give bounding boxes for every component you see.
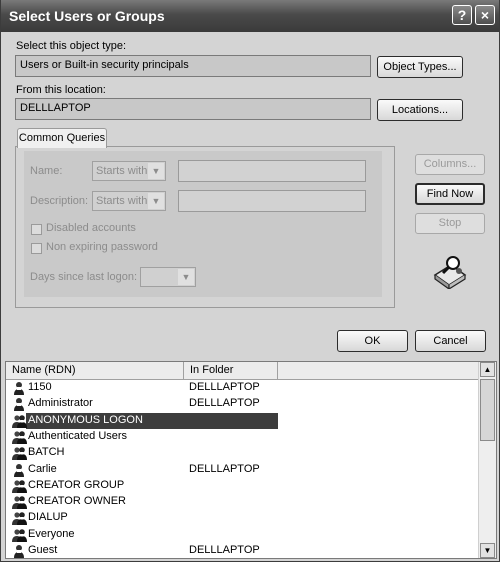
row-folder: DELLLAPTOP bbox=[189, 397, 260, 410]
list-item[interactable]: CREATOR GROUP bbox=[6, 478, 480, 494]
scroll-up-icon[interactable]: ▲ bbox=[480, 362, 495, 377]
name-mode-select[interactable]: Starts with ▼ bbox=[92, 161, 166, 181]
user-icon bbox=[12, 397, 26, 412]
description-input[interactable] bbox=[178, 190, 366, 212]
row-name: Carlie bbox=[28, 462, 57, 475]
cancel-button[interactable]: Cancel bbox=[415, 330, 486, 352]
column-header-folder[interactable]: In Folder bbox=[184, 362, 278, 379]
row-name: Guest bbox=[28, 544, 58, 556]
list-item[interactable]: ANONYMOUS LOGON bbox=[6, 412, 480, 429]
name-mode-value: Starts with bbox=[96, 165, 148, 177]
list-item[interactable]: Guest DELLLAPTOP bbox=[6, 543, 480, 558]
group-icon bbox=[12, 511, 27, 526]
tab-common-queries[interactable]: Common Queries bbox=[17, 128, 107, 148]
location-label: From this location: bbox=[16, 84, 106, 96]
row-name: Everyone bbox=[28, 527, 75, 540]
days-label: Days since last logon: bbox=[30, 271, 137, 283]
group-icon bbox=[12, 528, 27, 542]
title-bar: Select Users or Groups ? × bbox=[1, 0, 499, 32]
description-label: Description: bbox=[30, 195, 89, 207]
object-types-button[interactable]: Object Types... bbox=[377, 56, 463, 78]
scroll-down-icon[interactable]: ▼ bbox=[480, 543, 495, 558]
description-mode-select[interactable]: Starts with ▼ bbox=[92, 191, 166, 211]
stop-button[interactable]: Stop bbox=[415, 213, 485, 234]
help-button[interactable]: ? bbox=[452, 5, 472, 25]
row-folder: DELLLAPTOP bbox=[189, 381, 260, 393]
chevron-down-icon: ▼ bbox=[178, 269, 194, 285]
row-name: Administrator bbox=[28, 397, 93, 410]
object-type-field: Users or Built-in security principals bbox=[15, 55, 371, 77]
row-name: CREATOR OWNER bbox=[28, 495, 126, 508]
group-icon bbox=[12, 414, 27, 428]
non-expiring-checkbox[interactable] bbox=[31, 243, 42, 254]
row-name: BATCH bbox=[28, 446, 65, 459]
list-item[interactable]: Administrator DELLLAPTOP bbox=[6, 396, 480, 412]
row-name: 1150 bbox=[28, 381, 52, 393]
group-icon bbox=[12, 479, 27, 493]
results-header: Name (RDN) In Folder bbox=[6, 362, 480, 380]
search-results-list: Name (RDN) In Folder 1150 DELLLAPTOP Admin… bbox=[5, 361, 497, 559]
disabled-accounts-checkbox[interactable] bbox=[31, 224, 42, 235]
search-users-icon bbox=[433, 256, 467, 289]
find-now-button[interactable]: Find Now bbox=[415, 183, 485, 205]
row-name: ANONYMOUS LOGON bbox=[28, 413, 143, 426]
list-item[interactable]: DIALUP bbox=[6, 510, 480, 526]
row-folder: DELLLAPTOP bbox=[189, 462, 260, 475]
column-header-name[interactable]: Name (RDN) bbox=[6, 362, 184, 379]
ok-button[interactable]: OK bbox=[337, 330, 408, 352]
vertical-scrollbar[interactable]: ▲ ▼ bbox=[478, 362, 496, 558]
group-icon bbox=[12, 446, 27, 461]
close-button[interactable]: × bbox=[475, 5, 495, 25]
user-icon bbox=[12, 463, 26, 477]
list-item[interactable]: BATCH bbox=[6, 445, 480, 461]
object-type-label: Select this object type: bbox=[16, 40, 127, 52]
group-icon bbox=[12, 495, 27, 510]
chevron-down-icon: ▼ bbox=[148, 193, 164, 209]
row-folder: DELLLAPTOP bbox=[189, 544, 260, 556]
scroll-thumb[interactable] bbox=[480, 379, 495, 441]
name-label: Name: bbox=[30, 165, 63, 177]
days-select[interactable]: ▼ bbox=[140, 267, 196, 287]
common-queries-panel: Name: Starts with ▼ Description: Starts … bbox=[15, 146, 395, 308]
row-name: DIALUP bbox=[28, 511, 68, 524]
row-name: CREATOR GROUP bbox=[28, 478, 125, 491]
description-mode-value: Starts with bbox=[96, 195, 148, 207]
non-expiring-label: Non expiring password bbox=[46, 241, 158, 253]
chevron-down-icon: ▼ bbox=[148, 163, 164, 179]
location-field: DELLLAPTOP bbox=[15, 98, 371, 120]
name-input[interactable] bbox=[178, 160, 366, 182]
disabled-accounts-label: Disabled accounts bbox=[46, 222, 136, 234]
locations-button[interactable]: Locations... bbox=[377, 99, 463, 121]
row-name: Authenticated Users bbox=[28, 429, 128, 442]
user-icon bbox=[12, 381, 26, 395]
group-icon bbox=[12, 430, 27, 444]
list-item[interactable]: 1150 DELLLAPTOP bbox=[6, 380, 480, 396]
list-item[interactable]: Authenticated Users bbox=[6, 429, 480, 445]
columns-button[interactable]: Columns... bbox=[415, 154, 485, 175]
list-item[interactable]: CREATOR OWNER bbox=[6, 494, 480, 510]
window-title: Select Users or Groups bbox=[9, 8, 165, 24]
queries-inner-panel: Name: Starts with ▼ Description: Starts … bbox=[24, 151, 382, 297]
user-icon bbox=[12, 544, 26, 558]
list-item[interactable]: Everyone bbox=[6, 527, 480, 543]
select-users-dialog: Select Users or Groups ? × Select this o… bbox=[0, 0, 500, 562]
list-item[interactable]: Carlie DELLLAPTOP bbox=[6, 462, 480, 478]
